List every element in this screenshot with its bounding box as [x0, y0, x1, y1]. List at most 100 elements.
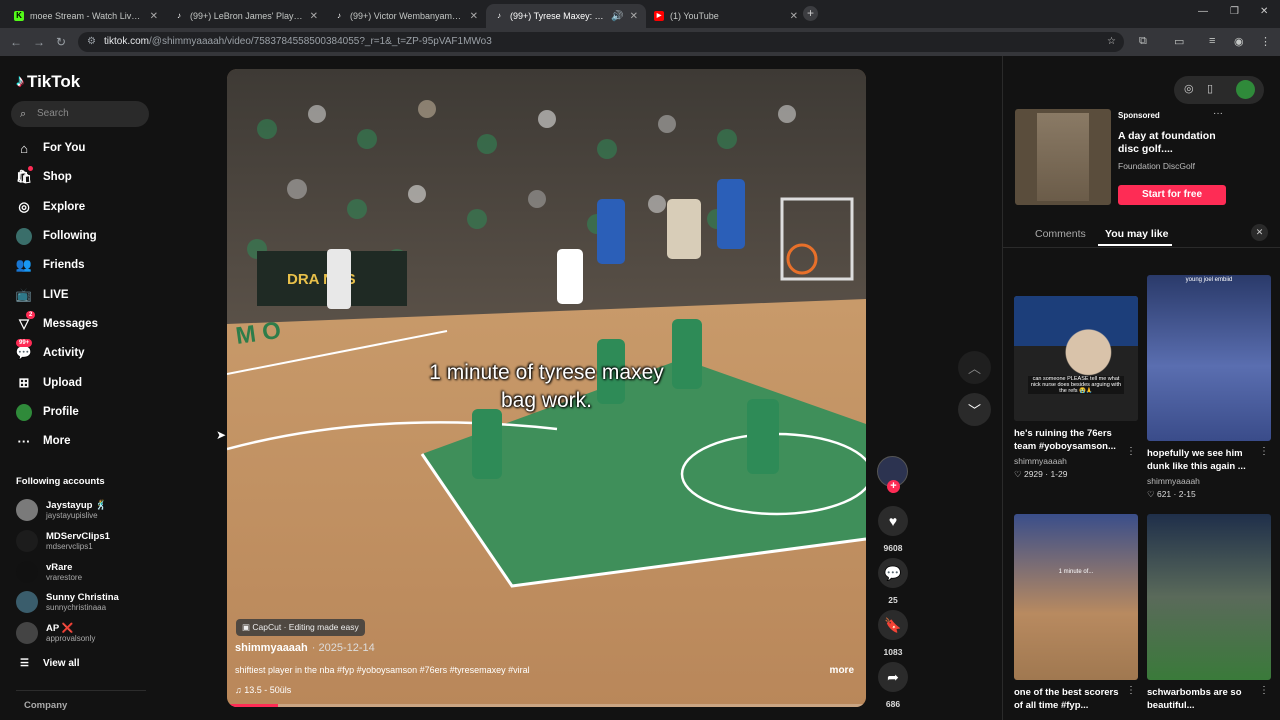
- ad-title[interactable]: A day at foundation disc golf....: [1118, 130, 1236, 156]
- video-progress-bar[interactable]: [227, 704, 866, 707]
- browser-tab-wembanyama[interactable]: ♪ (99+) Victor Wembanyama: The ✕: [326, 4, 486, 28]
- new-tab-button[interactable]: +: [803, 6, 818, 21]
- recommended-video-card[interactable]: 1 minute of... one of the best scorers o…: [1014, 514, 1138, 712]
- nav-profile[interactable]: Profile: [16, 401, 79, 423]
- card-options-icon[interactable]: ⋮: [1126, 685, 1136, 696]
- bookmark-star-icon[interactable]: ☆: [1107, 32, 1116, 52]
- recommended-video-card[interactable]: can someone PLEASE tell me what nick nur…: [1014, 296, 1138, 480]
- nav-following[interactable]: Following: [16, 225, 97, 247]
- browser-tab-kick[interactable]: K moee Stream - Watch Live on K ✕: [6, 4, 166, 28]
- close-window-icon[interactable]: ✕: [1260, 6, 1268, 17]
- tab-you-may-like[interactable]: You may like: [1105, 228, 1168, 240]
- following-account[interactable]: vRare vrarestore: [16, 561, 82, 583]
- sponsored-label: Sponsored: [1118, 111, 1160, 120]
- browser-tab-maxey[interactable]: ♪ (99+) Tyrese Maxey: The Sh 🔊 ✕: [486, 4, 646, 28]
- nav-activity[interactable]: 💬 99+ Activity: [16, 339, 85, 364]
- caption-more-button[interactable]: more: [830, 665, 854, 676]
- card-author[interactable]: shimmyaaaah: [1014, 456, 1138, 466]
- tab-title: (1) YouTube: [670, 11, 719, 21]
- speaker-icon[interactable]: 🔊: [611, 11, 623, 22]
- previous-video-button[interactable]: ︿: [958, 351, 991, 384]
- company-link[interactable]: Company: [24, 700, 67, 711]
- nav-upload[interactable]: ⊞ Upload: [16, 372, 82, 394]
- share-button[interactable]: ➦ 686: [877, 662, 909, 709]
- browser-tab-lebron[interactable]: ♪ (99+) LeBron James' Playoff Hig ✕: [166, 4, 326, 28]
- video-player[interactable]: DRA NGS M O 1 minute of tyrese maxey bag…: [227, 69, 866, 707]
- ad-brand[interactable]: Foundation DiscGolf: [1118, 161, 1195, 171]
- nav-friends[interactable]: 👥 Friends: [16, 254, 85, 276]
- nav-for-you[interactable]: ⌂ For You: [16, 137, 85, 159]
- back-icon[interactable]: ←: [10, 35, 22, 49]
- browser-tab-youtube[interactable]: ▶ (1) YouTube ✕: [646, 4, 806, 28]
- video-thumbnail: young joel embiid: [1147, 275, 1271, 441]
- card-author[interactable]: shimmyaaaah: [1147, 476, 1271, 486]
- card-stats: ♡ 2929 · 1-29: [1014, 469, 1068, 479]
- card-options-icon[interactable]: ⋮: [1259, 685, 1269, 696]
- close-tab-icon[interactable]: ✕: [470, 11, 478, 22]
- follow-plus-icon[interactable]: +: [887, 480, 900, 493]
- minimize-icon[interactable]: —: [1198, 6, 1208, 17]
- url-field[interactable]: ⚙ tiktok.com/@shimmyaaaah/video/75837845…: [78, 32, 1124, 52]
- cast-icon[interactable]: ▭: [1174, 35, 1184, 48]
- capcut-tag[interactable]: ▣ CapCut · Editing made easy: [236, 619, 365, 636]
- reload-icon[interactable]: ↻: [56, 35, 66, 49]
- messages-badge: 2: [26, 311, 36, 319]
- close-tab-icon[interactable]: ✕: [630, 11, 638, 22]
- ad-options-icon[interactable]: ···: [1213, 108, 1223, 119]
- view-all-link[interactable]: ☰ View all: [20, 658, 79, 669]
- avatar: [16, 499, 38, 521]
- forward-icon[interactable]: →: [33, 35, 45, 49]
- nav-live[interactable]: 📺 LIVE: [16, 284, 69, 306]
- following-account[interactable]: AP ❌ approvalsonly: [16, 622, 95, 644]
- youtube-favicon-icon: ▶: [654, 11, 664, 21]
- next-video-button[interactable]: ﹀: [958, 393, 991, 426]
- video-sound[interactable]: ♫ 13.5 - 50üls: [235, 685, 291, 695]
- user-avatar[interactable]: [1236, 80, 1255, 99]
- profile-icon[interactable]: ◉: [1234, 35, 1244, 48]
- account-handle: approvalsonly: [46, 634, 96, 643]
- device-icon[interactable]: ▯: [1207, 82, 1213, 95]
- extensions-icon[interactable]: ⧉: [1139, 35, 1147, 48]
- nav-explore[interactable]: ◎ Explore: [16, 196, 85, 218]
- card-options-icon[interactable]: ⋮: [1126, 446, 1136, 457]
- coins-icon[interactable]: ◎: [1184, 82, 1194, 95]
- card-title: he's ruining the 76ers team #yoboysamson…: [1014, 428, 1116, 452]
- video-author[interactable]: shimmyaaaah: [235, 642, 308, 654]
- recommended-video-card[interactable]: schwarbombs are so beautiful... ⋮: [1147, 514, 1271, 712]
- tiktok-note-icon: ♪: [16, 73, 24, 90]
- panel-tabs: Comments You may like: [1003, 226, 1280, 246]
- close-tab-icon[interactable]: ✕: [150, 11, 158, 22]
- recommended-video-card[interactable]: young joel embiid hopefully we see him d…: [1147, 275, 1271, 500]
- tiktok-logo[interactable]: ♪ TikTok: [16, 72, 80, 92]
- list-icon: ☰: [20, 658, 29, 669]
- nav-label: Upload: [43, 377, 82, 389]
- save-button[interactable]: 🔖 1083: [877, 610, 909, 657]
- compass-icon: ◎: [18, 199, 30, 214]
- site-info-icon[interactable]: ⚙: [87, 32, 96, 52]
- media-control-icon[interactable]: ≡: [1209, 35, 1215, 47]
- nav-messages[interactable]: ▽ 2 Messages: [16, 311, 98, 335]
- following-account[interactable]: MDServClips1 mdservclips1: [16, 530, 110, 552]
- nav-shop[interactable]: 🛍 Shop: [16, 166, 72, 188]
- like-button[interactable]: ♥ 9608: [877, 506, 909, 553]
- comment-button[interactable]: 💬 25: [877, 558, 909, 605]
- browser-menu-icon[interactable]: ⋮: [1260, 35, 1271, 48]
- restore-icon[interactable]: ❐: [1230, 6, 1239, 17]
- search-input[interactable]: ⌕ Search: [11, 101, 149, 127]
- view-all-label: View all: [42, 658, 80, 669]
- ad-thumbnail[interactable]: [1015, 109, 1111, 205]
- close-tab-icon[interactable]: ✕: [310, 11, 318, 22]
- nav-more[interactable]: ··· More: [16, 430, 71, 452]
- card-title: one of the best scorers of all time #fyp…: [1014, 687, 1119, 711]
- close-panel-icon[interactable]: ✕: [1251, 224, 1268, 241]
- account-name: Sunny Christina: [46, 592, 119, 603]
- following-account[interactable]: Jaystayup 🕺 jaystayupislive: [16, 499, 107, 521]
- video-thumbnail: can someone PLEASE tell me what nick nur…: [1014, 296, 1138, 421]
- close-tab-icon[interactable]: ✕: [790, 11, 798, 22]
- home-icon: ⌂: [20, 140, 28, 156]
- avatar: [16, 561, 38, 583]
- following-account[interactable]: Sunny Christina sunnychristinaaa: [16, 591, 119, 613]
- tab-comments[interactable]: Comments: [1035, 228, 1086, 240]
- ad-cta-button[interactable]: Start for free: [1118, 185, 1226, 205]
- card-options-icon[interactable]: ⋮: [1259, 446, 1269, 457]
